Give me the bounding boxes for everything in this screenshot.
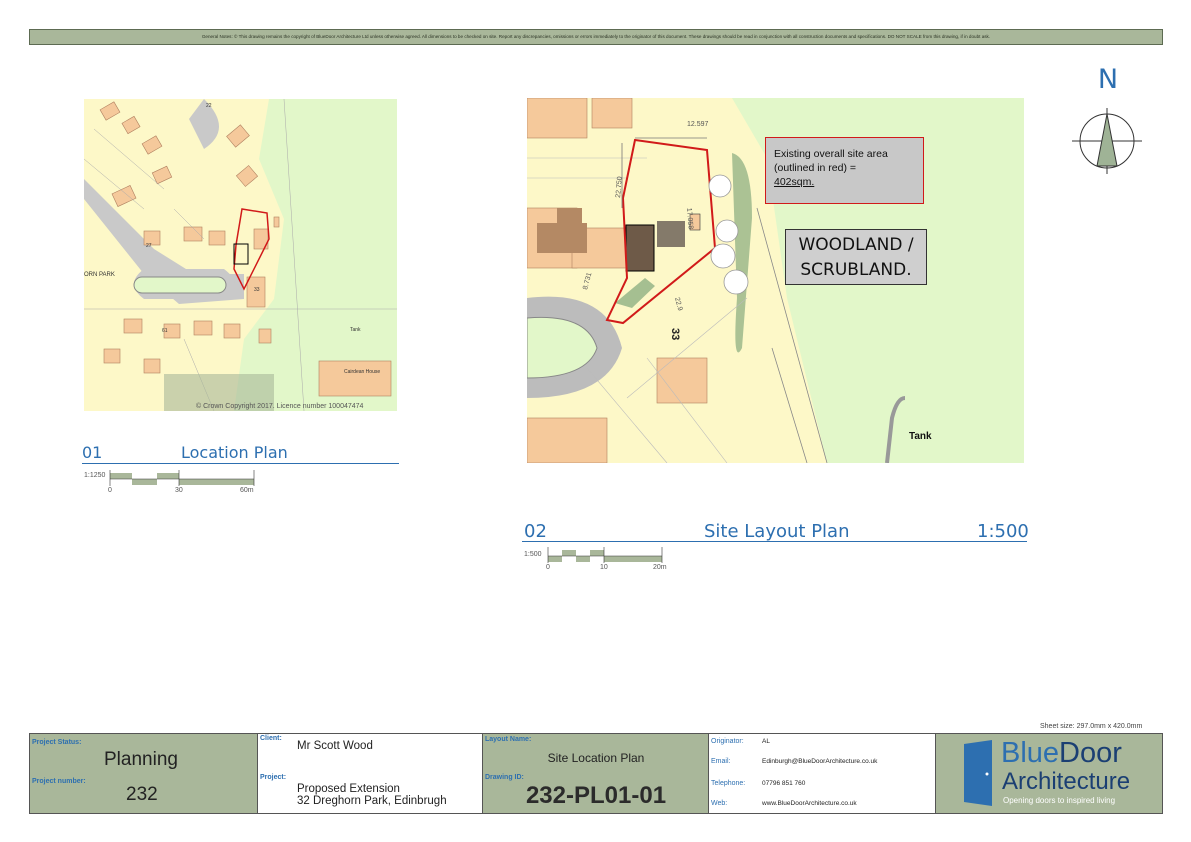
callout-area-value: 402sqm. <box>774 176 815 188</box>
client-label: Client: <box>260 735 282 742</box>
contact-cell: Originator: AL Email: Edinburgh@BlueDoor… <box>709 734 936 813</box>
project-number-value: 232 <box>126 784 158 805</box>
site-tick-10: 10 <box>600 564 608 571</box>
site-area-callout: Existing overall site area (outlined in … <box>765 137 924 204</box>
location-plan-number: 01 <box>82 443 103 462</box>
title-block: Project Status: Planning Project number:… <box>29 733 1163 814</box>
email-label: Email: <box>711 758 731 765</box>
tank-label: Tank <box>909 431 932 442</box>
location-scale-bar: 1:1250 0 30 60m <box>84 470 264 496</box>
project-status-label: Project Status: <box>32 739 82 746</box>
logo-wordmark: BlueDoor <box>1001 737 1122 770</box>
callout-line-1: Existing overall site area <box>774 148 888 160</box>
project-number-label: Project number: <box>32 778 86 785</box>
dim-top: 12.597 <box>687 121 709 128</box>
project-line-1: Proposed Extension <box>297 783 400 795</box>
house-33-label: 33 <box>254 287 260 293</box>
house-22-label: 22 <box>206 103 212 109</box>
layout-name-label: Layout Name: <box>485 736 532 743</box>
project-line-2: 32 Dreghorn Park, Edinbrugh <box>297 795 447 807</box>
location-tick-0: 0 <box>108 487 112 494</box>
location-plan-title: Location Plan <box>181 443 288 462</box>
door-logo-icon <box>964 740 992 806</box>
logo-tagline: Opening doors to inspired living <box>1003 796 1116 805</box>
tank-label-small: Tank <box>350 327 361 333</box>
house-27-label: 27 <box>146 243 152 249</box>
project-label: Project: <box>260 774 287 781</box>
site-plan-title: Site Layout Plan <box>704 521 850 542</box>
location-tick-60m: 60m <box>240 487 254 494</box>
house-33-label-site: 33 <box>669 328 681 340</box>
originator-label: Originator: <box>711 738 744 745</box>
woodland-line-1: WOODLAND / <box>798 235 914 255</box>
client-cell: Client: Mr Scott Wood Project: Proposed … <box>258 734 483 813</box>
telephone-label: Telephone: <box>711 780 746 787</box>
woodland-line-2: SCRUBLAND. <box>800 260 912 280</box>
site-tick-20m: 20m <box>653 564 667 571</box>
north-label: N <box>1097 64 1119 95</box>
telephone-value: 07796 851 760 <box>762 780 806 787</box>
logo-blue: Blue <box>1001 737 1060 769</box>
callout-line-2: (outlined in red) = <box>774 162 857 174</box>
woodland-label: WOODLAND / SCRUBLAND. <box>785 229 927 285</box>
email-value[interactable]: Edinburgh@BlueDoorArchitecture.co.uk <box>762 758 877 765</box>
web-value[interactable]: www.BlueDoorArchitecture.co.uk <box>762 800 857 807</box>
client-value: Mr Scott Wood <box>297 740 373 752</box>
logo-door: Door <box>1059 737 1122 769</box>
location-plan-underline <box>82 463 399 464</box>
general-notes: General Notes: © This drawing remains th… <box>29 29 1163 45</box>
location-tick-30: 30 <box>175 487 183 494</box>
street-label: ORN PARK <box>84 272 115 278</box>
crown-copyright: © Crown Copyright 2017. Licence number 1… <box>196 402 364 410</box>
drawing-id-label: Drawing ID: <box>485 774 524 781</box>
site-plan-number: 02 <box>524 521 547 542</box>
site-plan-scale: 1:500 <box>977 521 1029 542</box>
originator-value: AL <box>762 738 770 745</box>
layout-name-value: Site Location Plan <box>547 751 645 765</box>
project-status-cell: Project Status: Planning Project number:… <box>30 734 258 813</box>
site-scale-bar: 1:500 0 10 20m <box>524 547 684 575</box>
house-61-label: 61 <box>162 328 168 334</box>
web-label: Web: <box>711 800 728 807</box>
drawing-id-value: 232-PL01-01 <box>525 782 667 809</box>
site-tick-0: 0 <box>546 564 550 571</box>
location-plan-map: ORN PARK 27 33 61 22 Tank Cairdean House… <box>84 99 397 411</box>
cairdean-house-label: Cairdean House <box>344 369 380 375</box>
site-plan-underline <box>522 541 1027 542</box>
layout-cell: Layout Name: Site Location Plan Drawing … <box>483 734 709 813</box>
logo-architecture: Architecture <box>1002 768 1131 795</box>
project-status-value: Planning <box>104 749 178 770</box>
north-arrow: N <box>1072 62 1144 182</box>
sheet-size: Sheet size: 297.0mm x 420.0mm <box>1040 723 1143 730</box>
